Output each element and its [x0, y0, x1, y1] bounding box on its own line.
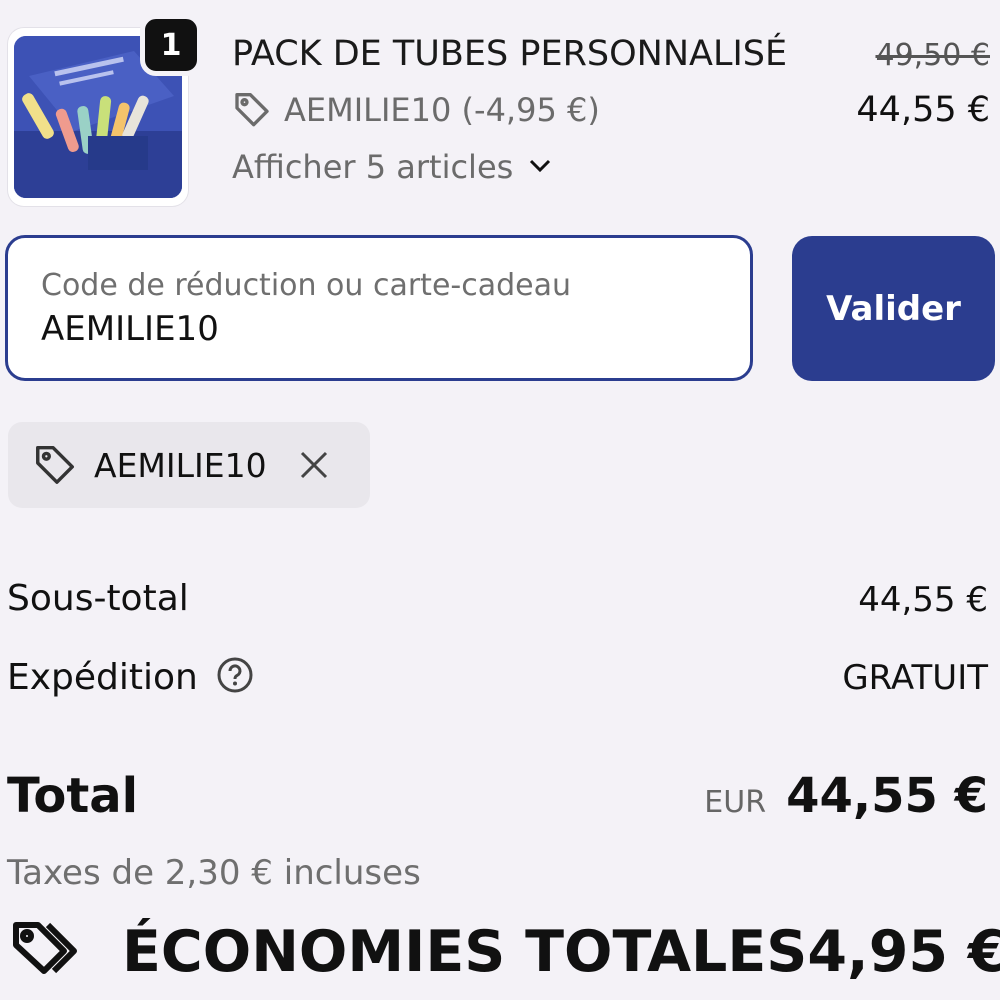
chevron-down-icon [527, 156, 553, 178]
tag-icon [32, 440, 78, 490]
total-value-group: EUR 44,55 € [704, 768, 988, 824]
total-amount: 44,55 € [786, 768, 988, 824]
total-savings-label: ÉCONOMIES TOTALES [122, 919, 808, 985]
currency-code: EUR [704, 785, 767, 820]
show-items-toggle[interactable]: Afficher 5 articles [232, 148, 553, 186]
discount-code-label: Code de réduction ou carte-cadeau [41, 268, 571, 303]
original-price: 49,50 € [875, 38, 990, 73]
subtotal-label: Sous-total [7, 578, 189, 619]
shipping-value: GRATUIT [842, 658, 988, 698]
quantity-badge: 1 [140, 14, 202, 76]
total-label: Total [7, 768, 139, 824]
help-icon[interactable] [216, 656, 254, 698]
show-items-label: Afficher 5 articles [232, 148, 514, 186]
total-savings-amount: 4,95 € [807, 919, 1000, 985]
product-discount-row: AEMILIE10 (-4,95 €) [232, 88, 600, 132]
product-discount-text: AEMILIE10 (-4,95 €) [284, 91, 600, 129]
total-savings-row: ÉCONOMIES TOTALES 4,95 € [8, 915, 1000, 989]
validate-button[interactable]: Valider [792, 236, 995, 381]
tag-icon [232, 88, 272, 132]
applied-code-label: AEMILIE10 [94, 445, 267, 485]
tags-icon [8, 915, 92, 989]
taxes-note: Taxes de 2,30 € incluses [7, 853, 421, 893]
discount-code-field[interactable]: Code de réduction ou carte-cadeau [5, 235, 753, 381]
applied-code-chip: AEMILIE10 [8, 422, 370, 508]
shipping-row: Expédition [7, 656, 254, 698]
shipping-label: Expédition [7, 656, 198, 698]
close-icon[interactable] [297, 448, 331, 482]
subtotal-value: 44,55 € [858, 580, 988, 620]
discount-code-input[interactable] [41, 309, 721, 349]
product-title: PACK DE TUBES PERSONNALISÉ [232, 34, 788, 74]
product-price: 44,55 € [856, 90, 990, 130]
